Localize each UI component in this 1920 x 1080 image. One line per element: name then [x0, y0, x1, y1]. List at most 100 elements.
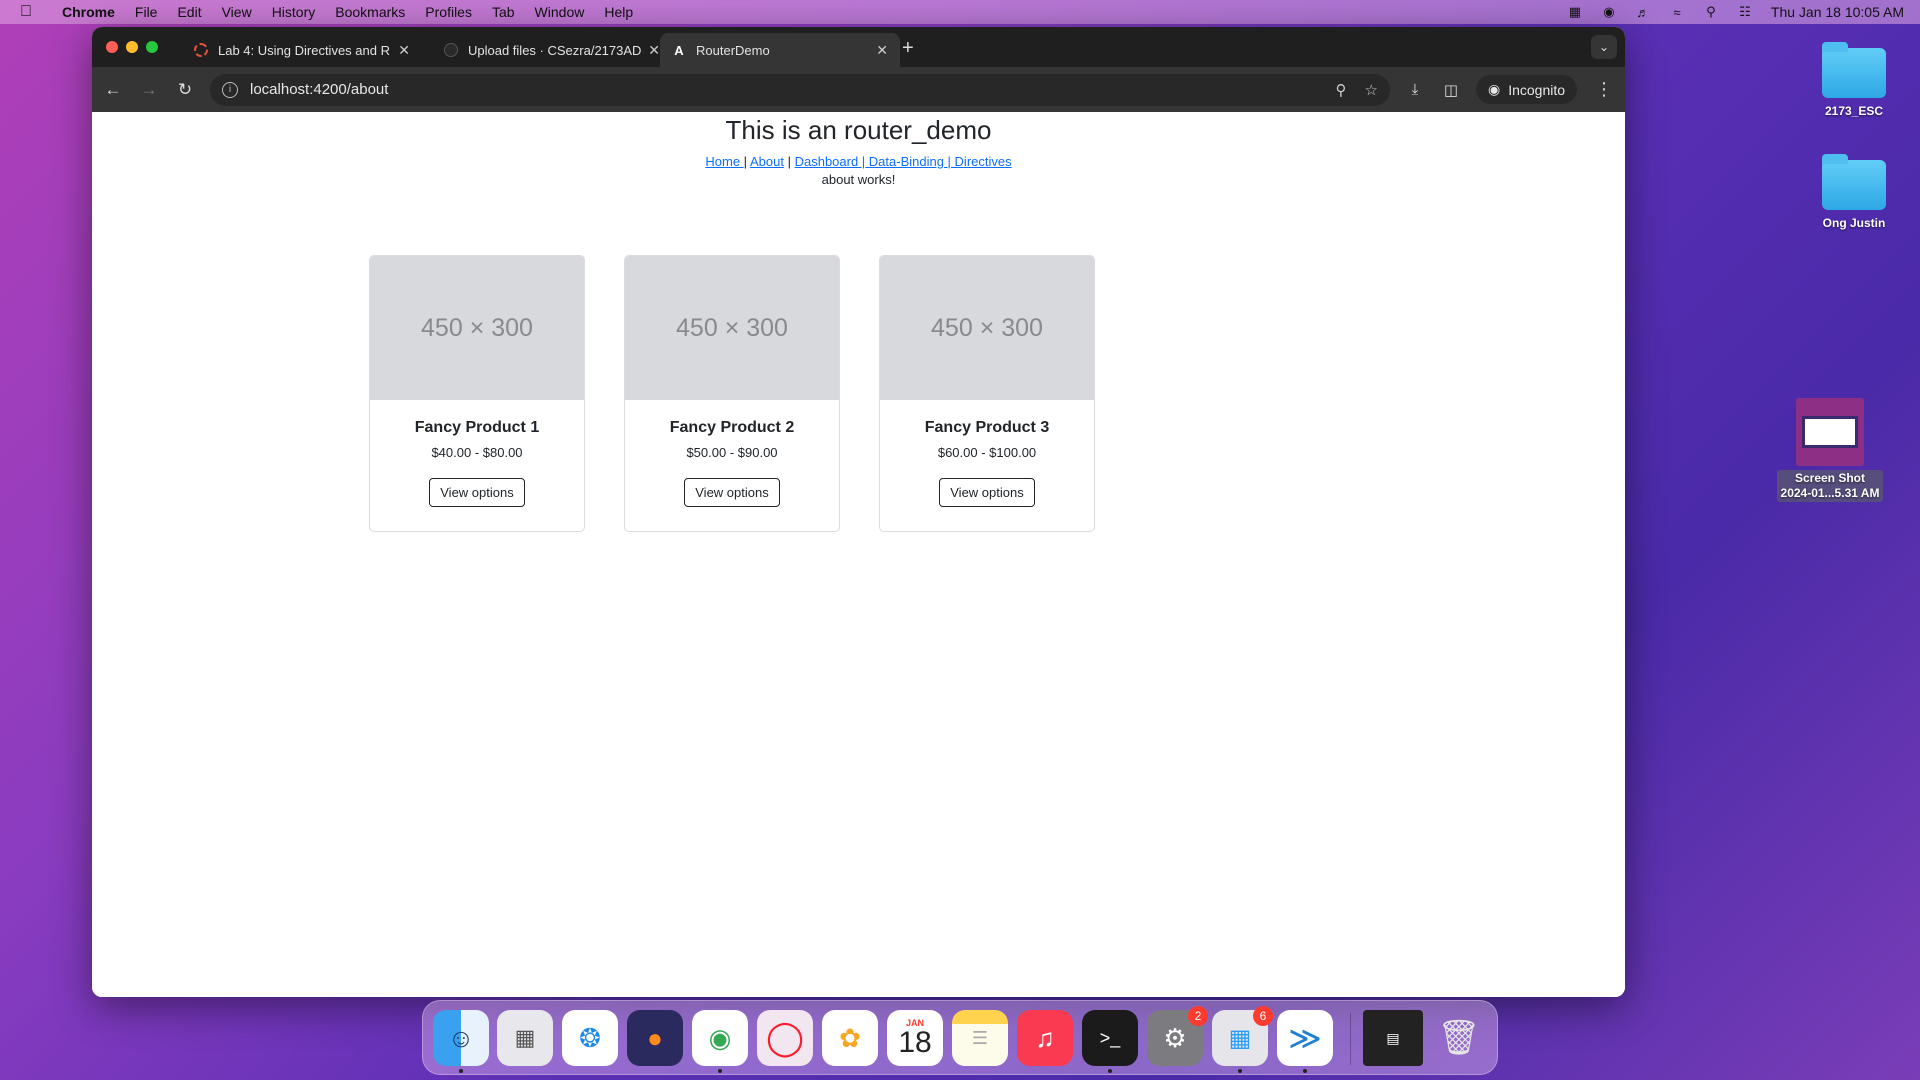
tab-title: RouterDemo — [696, 42, 770, 58]
menu-help[interactable]: Help — [594, 4, 643, 20]
desktop-folder-2173-esc[interactable]: 2173_ESC — [1799, 42, 1909, 118]
desktop-folder-ong-justin[interactable]: Ong Justin — [1799, 154, 1909, 230]
product-card: 450 × 300 Fancy Product 2 $50.00 - $90.0… — [624, 255, 840, 532]
apple-icon[interactable]:  — [0, 3, 52, 21]
address-bar[interactable]: i localhost:4200/about ⚲ ☆ — [210, 73, 1390, 106]
site-info-icon[interactable]: i — [222, 81, 238, 98]
browser-toolbar: ← → ↻ i localhost:4200/about ⚲ ☆ ⤓ ◫ ◉ I… — [92, 67, 1625, 112]
menu-history[interactable]: History — [262, 4, 326, 20]
product-price: $50.00 - $90.00 — [686, 445, 778, 460]
dashboard-link[interactable]: Dashboard | Data-Binding | Directives — [795, 154, 1012, 169]
page-content: This is an router_demo Home | About | Da… — [92, 112, 1625, 997]
product-name: Fancy Product 2 — [669, 419, 795, 436]
folder-icon — [1822, 154, 1886, 210]
bookmark-star-icon[interactable]: ☆ — [1365, 81, 1378, 99]
new-tab-icon[interactable]: + — [902, 37, 914, 60]
folder-icon — [1822, 42, 1886, 98]
close-tab-icon[interactable]: ✕ — [876, 42, 888, 59]
menu-profiles[interactable]: Profiles — [415, 4, 482, 20]
safari-icon[interactable]: ❂ — [562, 1010, 618, 1066]
reload-icon[interactable]: ↻ — [174, 80, 196, 100]
product-name: Fancy Product 1 — [414, 419, 540, 436]
url-text[interactable]: localhost:4200/about — [250, 81, 1318, 98]
trash-icon[interactable]: 🗑 — [1431, 1010, 1487, 1066]
view-options-button[interactable]: View options — [429, 478, 525, 507]
terminal-icon[interactable]: >_ — [1082, 1010, 1138, 1066]
tab-title: Upload files · CSezra/2173AD — [468, 42, 642, 58]
home-link[interactable]: Home — [705, 154, 743, 169]
angular-favicon-icon: A — [674, 42, 684, 58]
running-indicator — [718, 1069, 722, 1073]
firefox-icon[interactable]: ● — [627, 1010, 683, 1066]
opera-icon[interactable]: ◯ — [757, 1010, 813, 1066]
tab-routerdemo[interactable]: A RouterDemo ✕ — [660, 33, 900, 67]
tab-upload-files[interactable]: Upload files · CSezra/2173AD ✕ — [432, 33, 672, 67]
incognito-indicator[interactable]: ◉ Incognito — [1476, 75, 1578, 104]
tab-lab4[interactable]: Lab 4: Using Directives and R ✕ — [182, 33, 422, 67]
running-indicator — [459, 1069, 463, 1073]
product-grid: 450 × 300 Fancy Product 1 $40.00 - $80.0… — [369, 255, 1095, 532]
download-icon[interactable]: ⤓ — [1404, 81, 1426, 98]
view-options-button[interactable]: View options — [939, 478, 1035, 507]
search-icon[interactable]: ⚲ — [1703, 4, 1719, 20]
keyboard-icon[interactable]: ▦ — [1567, 4, 1583, 20]
zoom-window-button[interactable] — [146, 41, 158, 53]
launchpad-icon[interactable]: ▦ — [497, 1010, 553, 1066]
menu-app-name[interactable]: Chrome — [52, 4, 125, 20]
tab-search-chevron-icon[interactable]: ⌄ — [1591, 35, 1617, 59]
back-arrow-icon[interactable]: ← — [102, 80, 124, 100]
product-card: 450 × 300 Fancy Product 1 $40.00 - $80.0… — [369, 255, 585, 532]
link-separator: | — [787, 154, 791, 169]
incognito-label: Incognito — [1508, 81, 1566, 98]
calendar-day: 18 — [898, 1026, 932, 1059]
more-menu-icon[interactable]: ⋮ — [1595, 79, 1613, 100]
desktop-icon-label: 2173_ESC — [1824, 104, 1884, 118]
close-tab-icon[interactable]: ✕ — [398, 42, 410, 59]
close-tab-icon[interactable]: ✕ — [648, 42, 660, 59]
view-options-button[interactable]: View options — [684, 478, 780, 507]
finder-icon[interactable]: ☺ — [433, 1010, 489, 1066]
creative-cloud-icon[interactable]: ◉ — [1601, 4, 1617, 20]
about-link[interactable]: About — [750, 154, 784, 169]
menu-edit[interactable]: Edit — [167, 4, 211, 20]
notes-icon[interactable]: ☰ — [952, 1010, 1008, 1066]
vscode-icon[interactable]: ≫ — [1277, 1010, 1333, 1066]
screenshot-thumbnail-icon — [1796, 398, 1864, 466]
dock-separator — [1350, 1013, 1351, 1065]
github-favicon-icon — [444, 43, 458, 57]
running-indicator — [1108, 1069, 1112, 1073]
close-window-button[interactable] — [106, 41, 118, 53]
side-panel-icon[interactable]: ◫ — [1440, 81, 1462, 99]
minimize-window-button[interactable] — [126, 41, 138, 53]
menu-window[interactable]: Window — [525, 4, 595, 20]
product-card: 450 × 300 Fancy Product 3 $60.00 - $100.… — [879, 255, 1095, 532]
product-image-placeholder: 450 × 300 — [625, 256, 839, 400]
wifi-icon[interactable]: ≈ — [1669, 4, 1685, 20]
photos-icon[interactable]: ✿ — [822, 1010, 878, 1066]
lab-favicon-icon — [194, 43, 208, 57]
page-title: This is an router_demo — [725, 115, 992, 145]
screenshot-label-line1: Screen Shot — [1794, 471, 1865, 485]
menu-file[interactable]: File — [125, 4, 168, 20]
menu-bookmarks[interactable]: Bookmarks — [325, 4, 415, 20]
desktop-icon-label: Ong Justin — [1822, 216, 1886, 230]
mute-icon[interactable]: ♬ — [1635, 4, 1651, 20]
store-badge: 6 — [1253, 1006, 1273, 1026]
screenshot-label: Screen Shot 2024-01...5.31 AM — [1776, 470, 1884, 502]
menu-view[interactable]: View — [212, 4, 262, 20]
tab-strip: Lab 4: Using Directives and R ✕ Upload f… — [92, 27, 1625, 67]
menu-tab[interactable]: Tab — [482, 4, 525, 20]
music-icon[interactable]: ♫ — [1017, 1010, 1073, 1066]
tab-title: Lab 4: Using Directives and R — [218, 42, 390, 58]
desktop-screenshot-file[interactable]: Screen Shot 2024-01...5.31 AM — [1775, 398, 1885, 502]
recent-window-thumbnail-icon[interactable]: ▤ — [1363, 1010, 1423, 1066]
link-separator: | — [743, 154, 748, 169]
control-center-icon[interactable]: ☷ — [1737, 4, 1753, 20]
browser-window: Lab 4: Using Directives and R ✕ Upload f… — [92, 27, 1625, 997]
zoom-icon[interactable]: ⚲ — [1336, 81, 1347, 99]
chrome-icon[interactable]: ◉ — [692, 1010, 748, 1066]
calendar-icon[interactable]: JAN 18 — [887, 1010, 943, 1066]
product-price: $40.00 - $80.00 — [431, 445, 523, 460]
forward-arrow-icon[interactable]: → — [138, 80, 160, 100]
menu-clock[interactable]: Thu Jan 18 10:05 AM — [1771, 4, 1904, 20]
